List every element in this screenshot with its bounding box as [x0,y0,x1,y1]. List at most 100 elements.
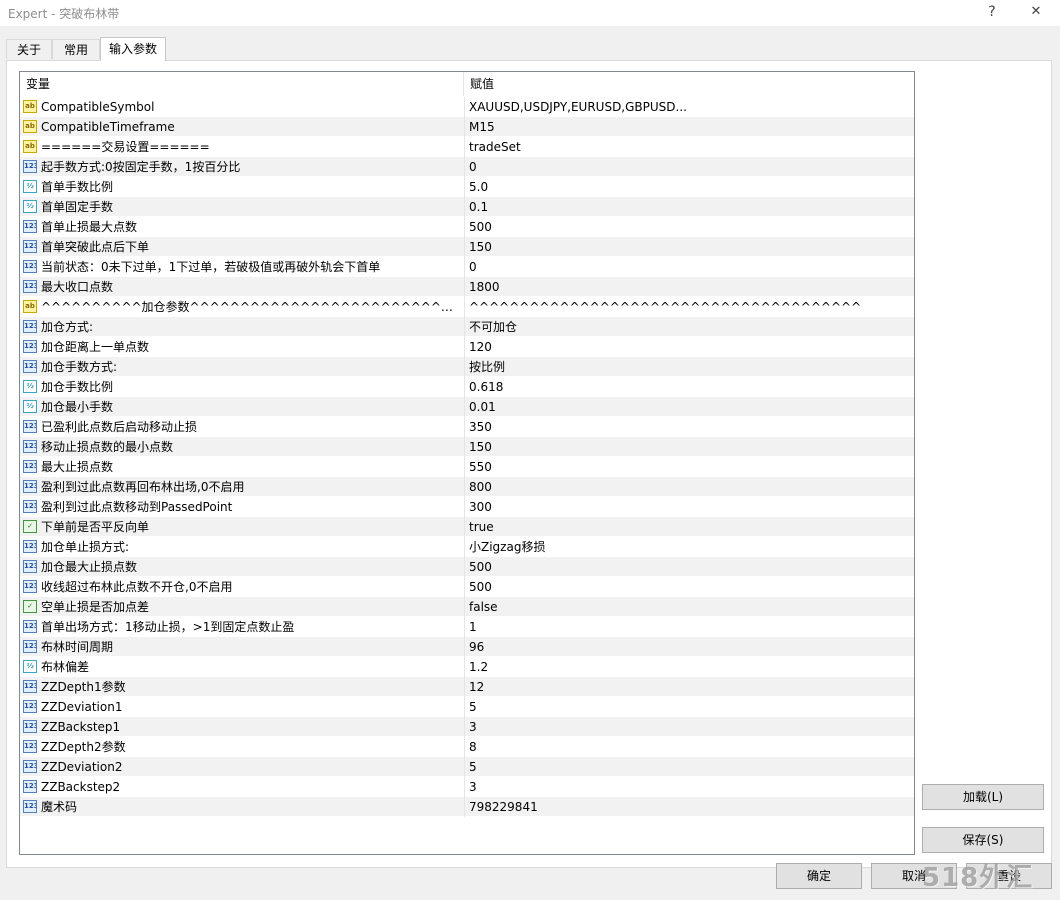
column-header-value[interactable]: 赋值 [464,72,914,96]
parameter-row[interactable]: 123 加仓最大止损点数 500 [20,557,914,577]
close-icon[interactable]: ✕ [1014,0,1058,26]
parameter-value[interactable]: 按比例 [469,357,909,377]
parameter-value[interactable]: ^^^^^^^^^^^^^^^^^^^^^^^^^^^^^^^^^^^^^^^ [469,297,909,317]
parameter-row[interactable]: 123 最大收口点数 1800 [20,277,914,297]
load-button[interactable]: 加载(L) [922,784,1044,810]
integer-type-icon: 123 [23,740,37,753]
parameter-row[interactable]: 123 起手数方式:0按固定手数，1按百分比 0 [20,157,914,177]
parameter-name: 收线超过布林此点数不开仓,0不启用 [41,580,233,594]
parameter-name: 首单突破此点后下单 [41,240,150,254]
integer-type-icon: 123 [23,460,37,473]
string-type-icon: ab [23,140,37,153]
parameter-row[interactable]: ½ 首单手数比例 5.0 [20,177,914,197]
parameter-value[interactable]: 小Zigzag移损 [469,537,909,557]
parameter-value[interactable]: 550 [469,457,909,477]
parameter-row[interactable]: 123 ZZDepth2参数 8 [20,737,914,757]
parameter-row[interactable]: 123 盈利到过此点数移动到PassedPoint 300 [20,497,914,517]
parameter-row[interactable]: ab CompatibleTimeframe M15 [20,117,914,137]
parameter-value[interactable]: 3 [469,777,909,797]
parameter-row[interactable]: 123 ZZDeviation2 5 [20,757,914,777]
parameter-row[interactable]: 123 加仓距离上一单点数 120 [20,337,914,357]
parameter-row[interactable]: ½ 布林偏差 1.2 [20,657,914,677]
parameter-value[interactable]: 350 [469,417,909,437]
parameter-row[interactable]: 123 ZZDepth1参数 12 [20,677,914,697]
parameter-value[interactable]: 500 [469,577,909,597]
bool-type-icon: ✓ [23,600,37,613]
parameter-value[interactable]: 120 [469,337,909,357]
integer-type-icon: 123 [23,720,37,733]
parameter-name: 首单止损最大点数 [41,220,138,234]
parameter-row[interactable]: ½ 加仓最小手数 0.01 [20,397,914,417]
integer-type-icon: 123 [23,260,37,273]
parameter-value[interactable]: 0 [469,157,909,177]
parameter-value[interactable]: 0.01 [469,397,909,417]
parameter-value[interactable]: 5.0 [469,177,909,197]
parameter-value[interactable]: XAUUSD,USDJPY,EURUSD,GBPUSD... [469,97,909,117]
parameter-value[interactable]: 1 [469,617,909,637]
parameter-value[interactable]: 96 [469,637,909,657]
parameter-value[interactable]: 300 [469,497,909,517]
parameter-value[interactable]: 500 [469,217,909,237]
parameter-value[interactable]: 0.1 [469,197,909,217]
integer-type-icon: 123 [23,340,37,353]
parameter-name: ZZDepth2参数 [41,740,126,754]
column-divider [464,177,465,197]
grid-header: 变量 赋值 [20,72,914,96]
parameter-row[interactable]: 123 首单突破此点后下单 150 [20,237,914,257]
parameter-value[interactable]: 150 [469,237,909,257]
parameter-value[interactable]: 800 [469,477,909,497]
tab-common[interactable]: 常用 [52,39,100,59]
parameter-row[interactable]: 123 ZZDeviation1 5 [20,697,914,717]
parameter-row[interactable]: 123 收线超过布林此点数不开仓,0不启用 500 [20,577,914,597]
tab-about[interactable]: 关于 [6,39,52,59]
parameter-value[interactable]: 500 [469,557,909,577]
parameter-value[interactable]: 0 [469,257,909,277]
parameter-value[interactable]: 150 [469,437,909,457]
parameter-row[interactable]: ½ 首单固定手数 0.1 [20,197,914,217]
parameter-row[interactable]: ✓ 空单止损是否加点差 false [20,597,914,617]
tab-inputs[interactable]: 输入参数 [100,37,166,61]
parameter-row[interactable]: 123 加仓手数方式: 按比例 [20,357,914,377]
parameter-row[interactable]: 123 加仓单止损方式: 小Zigzag移损 [20,537,914,557]
parameter-row[interactable]: ab ======交易设置====== tradeSet [20,137,914,157]
parameter-row[interactable]: 123 布林时间周期 96 [20,637,914,657]
parameter-name: 最大收口点数 [41,280,114,294]
parameter-value[interactable]: 不可加仓 [469,317,909,337]
parameter-row[interactable]: 123 ZZBackstep1 3 [20,717,914,737]
parameter-value[interactable]: M15 [469,117,909,137]
string-type-icon: ab [23,100,37,113]
parameter-row[interactable]: ½ 加仓手数比例 0.618 [20,377,914,397]
parameter-row[interactable]: 123 移动止损点数的最小点数 150 [20,437,914,457]
save-button[interactable]: 保存(S) [922,827,1044,853]
parameter-value[interactable]: 0.618 [469,377,909,397]
integer-type-icon: 123 [23,240,37,253]
parameters-grid: 变量 赋值 ab CompatibleSymbol XAUUSD,USDJPY,EU… [19,71,915,855]
parameter-row[interactable]: 123 盈利到过此点数再回布林出场,0不启用 800 [20,477,914,497]
parameter-row[interactable]: ✓ 下单前是否平反向单 true [20,517,914,537]
parameter-row[interactable]: ab CompatibleSymbol XAUUSD,USDJPY,EURUSD,G… [20,97,914,117]
parameter-row[interactable]: 123 最大止损点数 550 [20,457,914,477]
parameter-row[interactable]: 123 魔术码 798229841 [20,797,914,817]
parameter-row[interactable]: 123 首单出场方式：1移动止损，>1到固定点数止盈 1 [20,617,914,637]
parameter-value[interactable]: true [469,517,909,537]
parameter-value[interactable]: 8 [469,737,909,757]
column-header-variable[interactable]: 变量 [20,72,464,96]
parameter-row[interactable]: 123 当前状态：0未下过单，1下过单，若破极值或再破外轨会下首单 0 [20,257,914,277]
double-type-icon: ½ [23,400,37,413]
parameter-value[interactable]: 1.2 [469,657,909,677]
parameter-value[interactable]: 1800 [469,277,909,297]
help-icon[interactable]: ? [970,0,1014,26]
ok-button[interactable]: 确定 [776,863,862,889]
parameter-row[interactable]: ab ^^^^^^^^^^加仓参数^^^^^^^^^^^^^^^^^^^^^^^^… [20,297,914,317]
parameter-value[interactable]: 12 [469,677,909,697]
parameter-value[interactable]: tradeSet [469,137,909,157]
parameter-row[interactable]: 123 已盈利此点数后启动移动止损 350 [20,417,914,437]
parameter-row[interactable]: 123 首单止损最大点数 500 [20,217,914,237]
parameter-value[interactable]: 5 [469,757,909,777]
parameter-row[interactable]: 123 ZZBackstep2 3 [20,777,914,797]
parameter-value[interactable]: false [469,597,909,617]
parameter-value[interactable]: 5 [469,697,909,717]
parameter-value[interactable]: 798229841 [469,797,909,817]
parameter-value[interactable]: 3 [469,717,909,737]
parameter-row[interactable]: 123 加仓方式: 不可加仓 [20,317,914,337]
